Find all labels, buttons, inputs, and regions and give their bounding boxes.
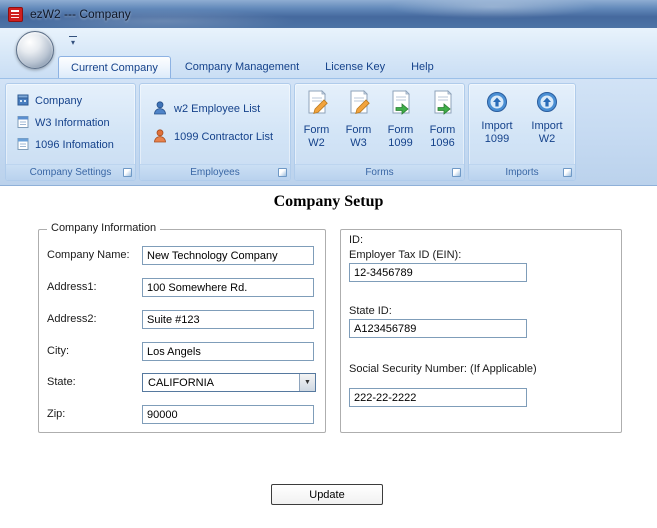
ribbon-item-label: Form: [345, 124, 372, 136]
contractor-person-icon: [152, 128, 168, 147]
company-name-label: Company Name:: [47, 249, 130, 261]
employee-person-icon: [152, 100, 168, 119]
state-id-label: State ID:: [349, 305, 392, 317]
ssn-label: Social Security Number: (If Applicable): [349, 363, 537, 375]
quick-access-dropdown-icon[interactable]: ▾: [66, 34, 80, 48]
ein-label: Employer Tax ID (EIN):: [349, 249, 462, 261]
ribbon-item-label: W2: [538, 133, 556, 145]
dialog-launcher-icon[interactable]: [278, 168, 287, 177]
ribbon: Company W3 Information 1096 Infomation C…: [0, 78, 657, 186]
page-title: Company Setup: [273, 193, 384, 210]
ein-input[interactable]: [349, 263, 527, 282]
id-groupbox: ID: Employer Tax ID (EIN): State ID: Soc…: [340, 229, 622, 433]
form-edit-icon: [304, 89, 330, 121]
group-employees: w2 Employee List 1099 Contractor List Em…: [139, 83, 291, 181]
import-w2-button[interactable]: Import W2: [523, 86, 571, 146]
ribbon-item-label: 1096 Infomation: [35, 139, 114, 151]
ribbon-item-label: w2 Employee List: [174, 103, 261, 115]
ribbon-item-label: 1099 Contractor List: [174, 131, 274, 143]
ribbon-item-label: W3: [350, 137, 367, 149]
ribbon-item-w3-information[interactable]: W3 Information: [12, 114, 114, 132]
ribbon-item-label: Form: [387, 124, 414, 136]
dialog-launcher-icon[interactable]: [123, 168, 132, 177]
ribbon-item-label: Form: [429, 124, 456, 136]
w3-document-icon: [16, 115, 30, 132]
state-label: State:: [47, 376, 76, 388]
ribbon-item-label: W3 Information: [35, 117, 110, 129]
app-window: ezW2 --- Company ▾ Current Company Compa…: [0, 0, 657, 528]
form-1096-button[interactable]: Form 1096: [423, 86, 463, 150]
import-1099-button[interactable]: Import 1099: [473, 86, 521, 146]
form-1096-document-icon: [16, 137, 30, 154]
import-circle-arrow-icon: [536, 91, 558, 117]
zip-input[interactable]: [142, 405, 314, 424]
group-label-forms: Forms: [295, 164, 464, 180]
form-arrow-icon: [388, 89, 414, 121]
import-circle-arrow-icon: [486, 91, 508, 117]
tab-company-management[interactable]: Company Management: [173, 57, 311, 78]
window-title: ezW2 --- Company: [30, 7, 131, 21]
ribbon-item-w2-employee-list[interactable]: w2 Employee List: [148, 98, 264, 120]
group-label-employees: Employees: [140, 164, 290, 180]
app-icon: [8, 6, 23, 22]
form-w3-button[interactable]: Form W3: [339, 86, 379, 150]
address1-input[interactable]: [142, 278, 314, 297]
ribbon-item-label: Company: [35, 95, 83, 107]
update-button[interactable]: Update: [271, 484, 383, 505]
ribbon-item-label: W2: [308, 137, 325, 149]
company-information-groupbox: Company Information Company Name: Addres…: [38, 222, 326, 433]
ribbon-item-label: Import: [481, 120, 513, 132]
chevron-down-icon[interactable]: ▼: [299, 374, 315, 391]
dialog-launcher-icon[interactable]: [452, 168, 461, 177]
address2-input[interactable]: [142, 310, 314, 329]
group-company-settings: Company W3 Information 1096 Infomation C…: [5, 83, 136, 181]
ribbon-item-label: 1099: [484, 133, 510, 145]
group-imports: Import 1099 Import W2 Imports: [468, 83, 576, 181]
ribbon-item-company[interactable]: Company: [12, 92, 86, 110]
form-1099-button[interactable]: Form 1099: [381, 86, 421, 150]
imports-button-row: Import 1099 Import W2: [469, 86, 575, 146]
address2-label: Address2:: [47, 313, 97, 325]
company-icon: [16, 93, 30, 110]
tab-help[interactable]: Help: [399, 57, 446, 78]
form-edit-icon: [346, 89, 372, 121]
state-id-input[interactable]: [349, 319, 527, 338]
group-forms: Form W2 Form W3 Form 1099 Form 1096 Form…: [294, 83, 465, 181]
state-select[interactable]: CALIFORNIA ▼: [142, 373, 316, 392]
ribbon-item-label: Form: [303, 124, 330, 136]
city-label: City:: [47, 345, 69, 357]
group-label-company-settings: Company Settings: [6, 164, 135, 180]
state-select-value: CALIFORNIA: [148, 377, 215, 389]
zip-label: Zip:: [47, 408, 66, 420]
form-w2-button[interactable]: Form W2: [297, 86, 337, 150]
id-heading: ID:: [349, 234, 364, 246]
ribbon-header: ▾ Current Company Company Management Lic…: [0, 28, 657, 78]
address1-label: Address1:: [47, 281, 97, 293]
ribbon-item-label: 1096: [430, 137, 455, 149]
application-orb-button[interactable]: [16, 31, 54, 69]
company-setup-panel: Company Setup Company Information Compan…: [0, 187, 657, 528]
tab-current-company[interactable]: Current Company: [58, 56, 171, 78]
form-arrow-icon: [430, 89, 456, 121]
ribbon-item-label: 1099: [388, 137, 413, 149]
groupbox-legend: Company Information: [47, 222, 161, 234]
ribbon-item-1096-information[interactable]: 1096 Infomation: [12, 136, 118, 154]
ribbon-item-1099-contractor-list[interactable]: 1099 Contractor List: [148, 126, 277, 148]
title-bar[interactable]: ezW2 --- Company: [0, 0, 657, 28]
city-input[interactable]: [142, 342, 314, 361]
ribbon-tabs: Current Company Company Management Licen…: [58, 56, 446, 78]
forms-button-row: Form W2 Form W3 Form 1099 Form 1096: [295, 86, 464, 150]
ssn-input[interactable]: [349, 388, 527, 407]
dialog-launcher-icon[interactable]: [563, 168, 572, 177]
group-label-imports: Imports: [469, 164, 575, 180]
company-name-input[interactable]: [142, 246, 314, 265]
tab-license-key[interactable]: License Key: [313, 57, 397, 78]
ribbon-item-label: Import: [531, 120, 563, 132]
